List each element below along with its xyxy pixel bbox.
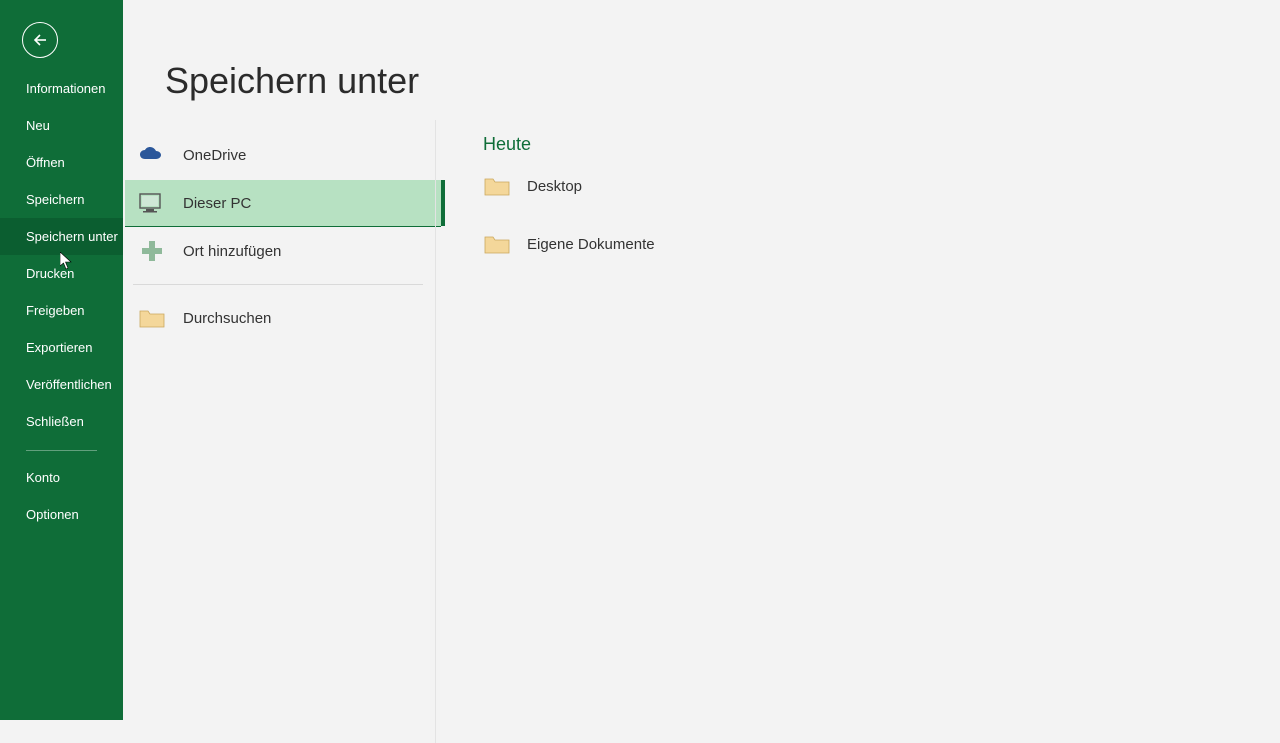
page-title: Speichern unter	[165, 60, 1280, 102]
browse-icon	[137, 303, 167, 333]
back-button[interactable]	[22, 22, 58, 58]
recent-column: Heute Desktop Eigene Dokumente	[453, 130, 1280, 343]
recent-item-desktop[interactable]: Desktop	[483, 163, 1280, 209]
nav-item-informationen[interactable]: Informationen	[0, 70, 123, 107]
nav-main: InformationenNeuÖffnenSpeichernSpeichern…	[0, 70, 123, 440]
folder-icon	[483, 233, 511, 255]
nav-footer: KontoOptionen	[0, 459, 123, 533]
place-durchsuchen[interactable]: Durchsuchen	[125, 295, 445, 341]
nav-item-öffnen[interactable]: Öffnen	[0, 144, 123, 181]
nav-item-optionen[interactable]: Optionen	[0, 496, 123, 533]
place-label: OneDrive	[183, 147, 246, 164]
recent-item-eigene-dokumente[interactable]: Eigene Dokumente	[483, 221, 1280, 267]
thispc-icon	[137, 188, 167, 218]
recent-list: Desktop Eigene Dokumente	[453, 163, 1280, 267]
places-column: OneDrive Dieser PC Ort hinzufügen Durchsuch…	[125, 130, 445, 343]
folder-icon	[483, 175, 511, 197]
nav-item-schließen[interactable]: Schließen	[0, 403, 123, 440]
nav-item-exportieren[interactable]: Exportieren	[0, 329, 123, 366]
recent-heading: Heute	[483, 134, 1280, 155]
backstage-sidebar: InformationenNeuÖffnenSpeichernSpeichern…	[0, 0, 123, 720]
content-area: Speichern unter OneDrive Dieser PC Ort hin…	[123, 0, 1280, 720]
nav-item-veröffentlichen[interactable]: Veröffentlichen	[0, 366, 123, 403]
recent-item-label: Desktop	[527, 178, 582, 195]
place-label: Durchsuchen	[183, 310, 271, 327]
place-dieser-pc[interactable]: Dieser PC	[125, 180, 445, 226]
nav-item-speichern[interactable]: Speichern	[0, 181, 123, 218]
nav-item-konto[interactable]: Konto	[0, 459, 123, 496]
nav-separator	[26, 450, 97, 451]
place-ort-hinzufügen[interactable]: Ort hinzufügen	[125, 228, 445, 274]
recent-item-label: Eigene Dokumente	[527, 236, 655, 253]
place-label: Dieser PC	[183, 195, 251, 212]
addplace-icon	[137, 236, 167, 266]
nav-item-drucken[interactable]: Drucken	[0, 255, 123, 292]
place-onedrive[interactable]: OneDrive	[125, 132, 445, 178]
place-label: Ort hinzufügen	[183, 243, 281, 260]
nav-item-freigeben[interactable]: Freigeben	[0, 292, 123, 329]
nav-item-neu[interactable]: Neu	[0, 107, 123, 144]
back-arrow-icon	[31, 31, 49, 49]
nav-item-speichern-unter[interactable]: Speichern unter	[0, 218, 123, 255]
onedrive-icon	[137, 140, 167, 170]
places-divider	[133, 284, 423, 285]
